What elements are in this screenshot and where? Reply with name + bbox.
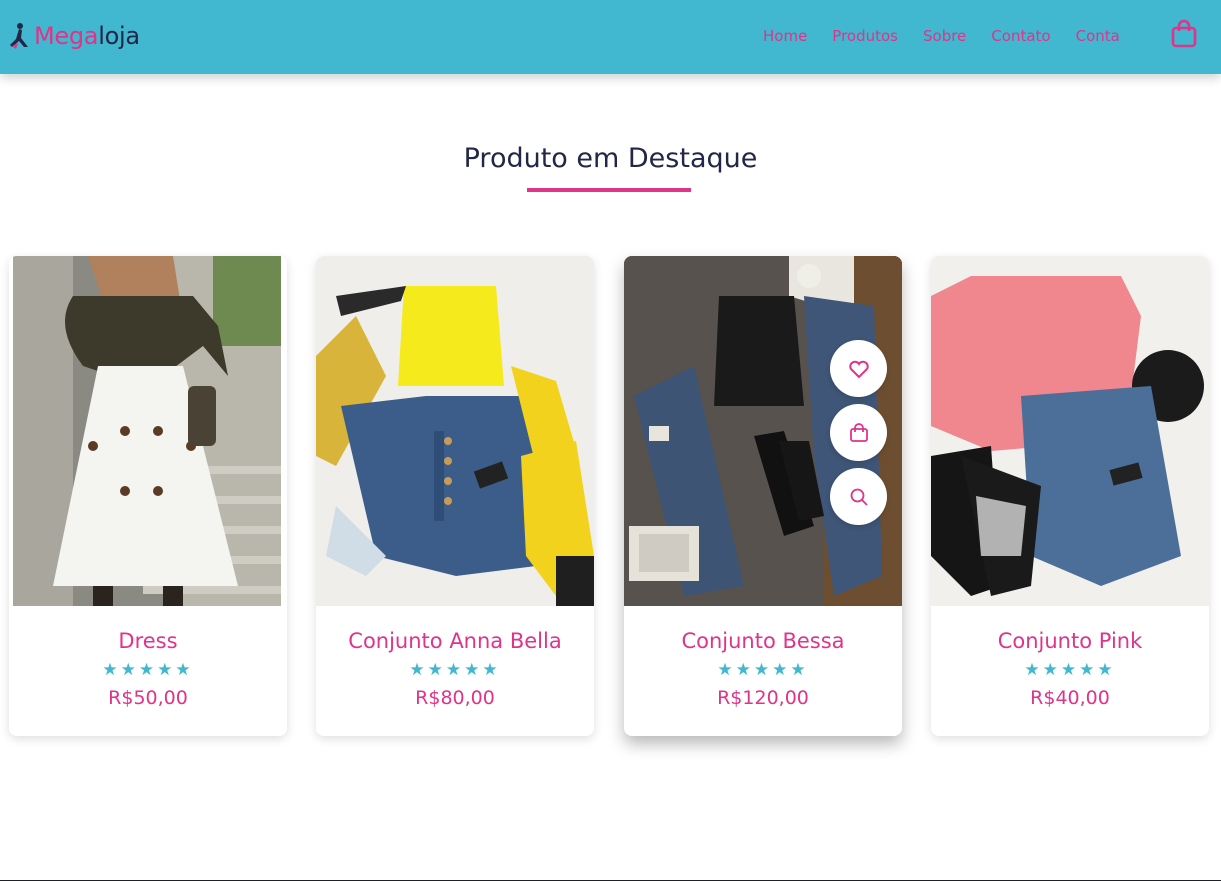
quick-view-button[interactable]: [830, 468, 887, 525]
rating-stars: ★★★★★: [1024, 660, 1116, 680]
product-name[interactable]: Conjunto Pink: [931, 629, 1209, 653]
product-price: R$40,00: [1030, 687, 1110, 709]
nav-produtos[interactable]: Produtos: [832, 27, 898, 45]
product-image[interactable]: [931, 256, 1209, 606]
product-name[interactable]: Dress: [9, 629, 287, 653]
nav-contato[interactable]: Contato: [991, 27, 1050, 45]
logo[interactable]: Megaloja: [8, 18, 140, 54]
title-underline: [527, 188, 691, 192]
magnifier-icon: [850, 488, 868, 506]
nav-conta[interactable]: Conta: [1076, 27, 1120, 45]
add-to-cart-button[interactable]: [830, 404, 887, 461]
product-price: R$80,00: [415, 687, 495, 709]
nav-sobre[interactable]: Sobre: [923, 27, 966, 45]
wishlist-button[interactable]: [830, 340, 887, 397]
main-nav: Home Produtos Sobre Contato Conta: [763, 27, 1145, 45]
nav-home[interactable]: Home: [763, 27, 807, 45]
product-price: R$50,00: [108, 687, 188, 709]
section-title: Produto em Destaque: [463, 143, 758, 174]
product-card[interactable]: Dress ★★★★★ R$50,00: [9, 256, 287, 736]
rating-stars: ★★★★★: [409, 660, 501, 680]
site-header: Megaloja Home Produtos Sobre Contato Con…: [0, 0, 1221, 74]
product-price: R$120,00: [717, 687, 809, 709]
shopping-bag-icon[interactable]: [1170, 19, 1198, 49]
logo-text: Megaloja: [34, 22, 140, 50]
product-card[interactable]: Conjunto Pink ★★★★★ R$40,00: [931, 256, 1209, 736]
product-image[interactable]: [13, 256, 281, 606]
shopping-bag-icon: [849, 422, 868, 442]
heart-icon: [848, 360, 869, 378]
rating-stars: ★★★★★: [717, 660, 809, 680]
product-actions: [830, 340, 887, 532]
product-image[interactable]: [316, 256, 594, 606]
rating-stars: ★★★★★: [102, 660, 194, 680]
logo-text-loja: loja: [98, 22, 140, 50]
logo-icon: [10, 23, 28, 49]
logo-text-mega: Mega: [34, 22, 99, 50]
product-name[interactable]: Conjunto Bessa: [624, 629, 902, 653]
product-card[interactable]: Conjunto Bessa ★★★★★ R$120,00: [624, 256, 902, 736]
product-name[interactable]: Conjunto Anna Bella: [316, 629, 594, 653]
product-card[interactable]: Conjunto Anna Bella ★★★★★ R$80,00: [316, 256, 594, 736]
